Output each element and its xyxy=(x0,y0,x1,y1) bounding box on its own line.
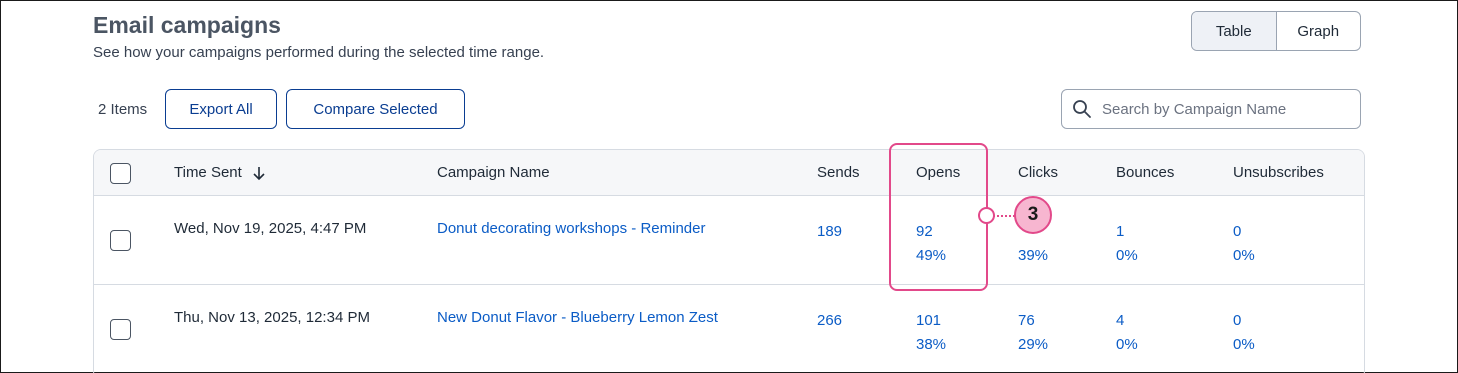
compare-selected-button[interactable]: Compare Selected xyxy=(286,89,465,129)
column-header-campaign-name[interactable]: Campaign Name xyxy=(437,164,550,181)
clicks-rate: 39% xyxy=(1018,247,1049,264)
unsubscribes-value[interactable]: 0 0% xyxy=(1233,220,1255,268)
table-row: Wed, Nov 19, 2025, 4:47 PM Donut decorat… xyxy=(94,196,1364,285)
table-header: Time Sent Campaign Name Sends Opens Clic… xyxy=(94,150,1364,196)
table-row: Thu, Nov 13, 2025, 12:34 PM New Donut Fl… xyxy=(94,285,1364,373)
sends-value[interactable]: 189 xyxy=(817,220,842,244)
graph-view-button[interactable]: Graph xyxy=(1277,12,1361,50)
bounces-count: 1 xyxy=(1116,223,1125,240)
column-header-unsubscribes[interactable]: Unsubscribes xyxy=(1233,164,1324,181)
table-view-button[interactable]: Table xyxy=(1192,12,1277,50)
callout-anchor-dot xyxy=(978,207,995,224)
column-header-time-sent[interactable]: Time Sent xyxy=(174,164,266,181)
arrow-down-icon xyxy=(253,167,265,181)
callout-number-badge: 3 xyxy=(1014,196,1052,234)
unsubscribes-count: 0 xyxy=(1233,223,1242,240)
page-title: Email campaigns xyxy=(93,12,281,38)
select-all-checkbox[interactable] xyxy=(110,163,131,184)
bounces-value[interactable]: 1 0% xyxy=(1116,220,1138,268)
unsubscribes-rate: 0% xyxy=(1233,336,1255,353)
row-checkbox[interactable] xyxy=(110,230,131,251)
clicks-rate: 29% xyxy=(1018,336,1049,353)
opens-column-highlight xyxy=(889,143,988,291)
column-header-clicks[interactable]: Clicks xyxy=(1018,164,1058,181)
callout-connector xyxy=(993,215,1015,217)
campaign-name-link[interactable]: New Donut Flavor - Blueberry Lemon Zest xyxy=(437,309,718,326)
unsubscribes-rate: 0% xyxy=(1233,247,1255,264)
view-toggle: Table Graph xyxy=(1191,11,1361,51)
opens-value[interactable]: 101 38% xyxy=(916,309,946,357)
time-sent: Wed, Nov 19, 2025, 4:47 PM xyxy=(174,220,367,237)
time-sent: Thu, Nov 13, 2025, 12:34 PM xyxy=(174,309,370,326)
campaigns-table: Time Sent Campaign Name Sends Opens Clic… xyxy=(93,149,1365,373)
search-icon xyxy=(1073,100,1091,118)
search-input[interactable] xyxy=(1102,100,1342,118)
column-header-bounces[interactable]: Bounces xyxy=(1116,164,1174,181)
unsubscribes-value[interactable]: 0 0% xyxy=(1233,309,1255,357)
export-all-button[interactable]: Export All xyxy=(165,89,277,129)
bounces-count: 4 xyxy=(1116,312,1125,329)
column-label: Time Sent xyxy=(174,164,242,181)
page-subtitle: See how your campaigns performed during … xyxy=(93,44,545,61)
bounces-value[interactable]: 4 0% xyxy=(1116,309,1138,357)
bounces-rate: 0% xyxy=(1116,336,1138,353)
items-count: 2 Items xyxy=(98,101,148,118)
bounces-rate: 0% xyxy=(1116,247,1138,264)
sends-value[interactable]: 266 xyxy=(817,309,842,333)
clicks-count: 76 xyxy=(1018,312,1035,329)
campaign-name-link[interactable]: Donut decorating workshops - Reminder xyxy=(437,220,705,237)
opens-count: 101 xyxy=(916,312,942,329)
column-header-sends[interactable]: Sends xyxy=(817,164,860,181)
row-checkbox[interactable] xyxy=(110,319,131,340)
search-box[interactable] xyxy=(1061,89,1361,129)
clicks-value[interactable]: 76 29% xyxy=(1018,309,1048,357)
unsubscribes-count: 0 xyxy=(1233,312,1242,329)
opens-rate: 38% xyxy=(916,336,947,353)
